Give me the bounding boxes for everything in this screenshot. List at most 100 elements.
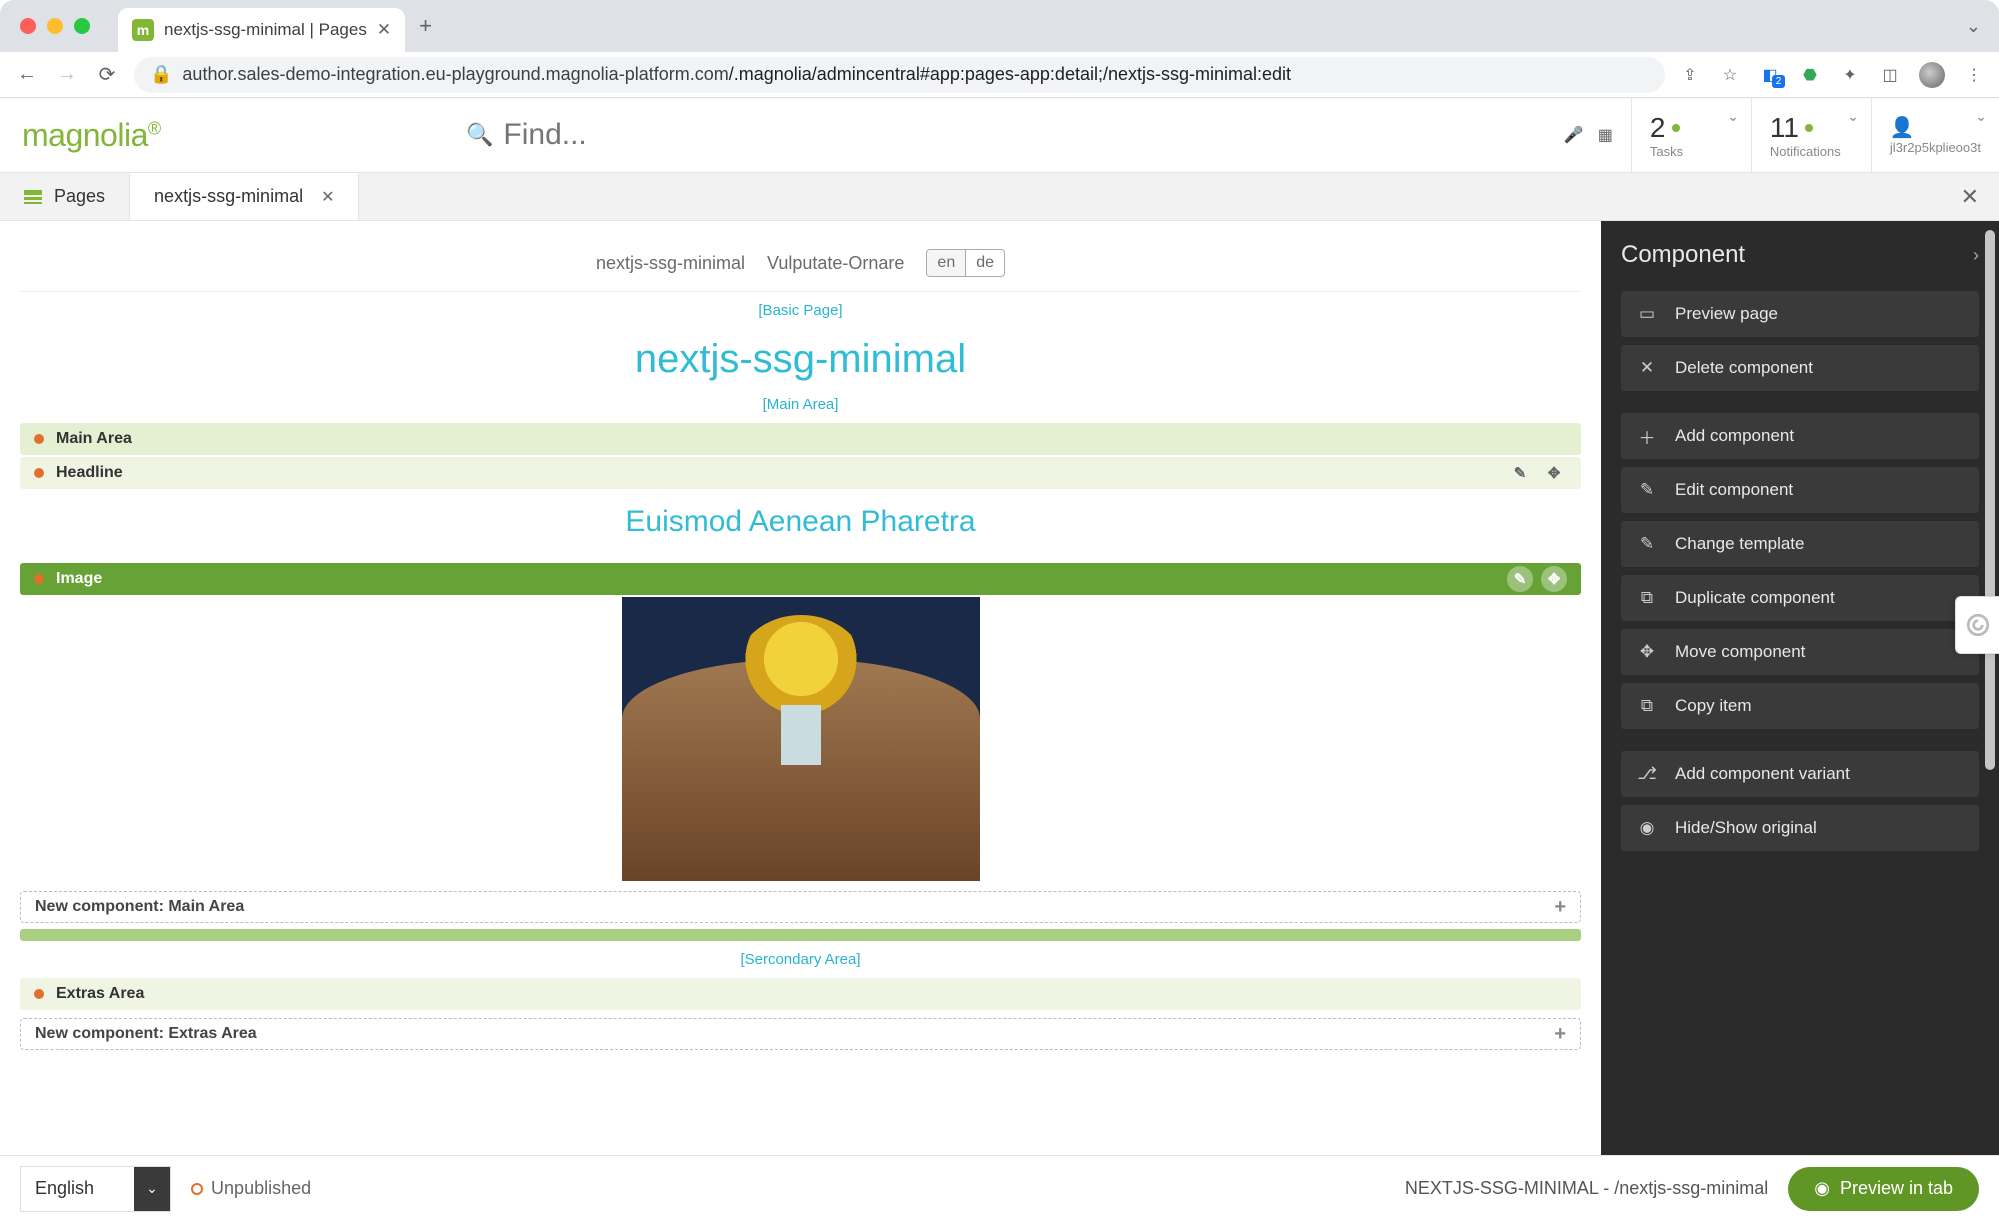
- status-ring-icon: [191, 1183, 203, 1195]
- global-search[interactable]: 🔍: [450, 118, 1546, 152]
- action-label: Duplicate component: [1675, 588, 1835, 608]
- language-value: English: [21, 1167, 134, 1211]
- close-all-tabs[interactable]: ✕: [1941, 173, 1999, 220]
- favicon-icon: m: [132, 19, 154, 41]
- sidepanel-icon[interactable]: ◫: [1879, 64, 1901, 86]
- grammarly-widget[interactable]: [1955, 596, 1999, 654]
- language-toggle[interactable]: en de: [926, 249, 1005, 277]
- tasks-widget[interactable]: ⌄ 2 Tasks: [1631, 98, 1751, 172]
- tab-overflow-icon[interactable]: ⌄: [1948, 16, 1999, 37]
- component-bar-headline[interactable]: Headline ✎ ✥: [20, 457, 1581, 489]
- panel-title[interactable]: Component ›: [1621, 241, 1979, 269]
- close-tab-icon[interactable]: ✕: [377, 20, 391, 40]
- apps-grid-icon[interactable]: ▦: [1598, 125, 1613, 145]
- url-path: /.magnolia/admincentral#app:pages-app:de…: [729, 64, 1291, 84]
- move-icon[interactable]: ✥: [1541, 460, 1567, 486]
- status-dot-icon: [34, 574, 44, 584]
- share-icon[interactable]: ⇪: [1679, 64, 1701, 86]
- bookmark-icon[interactable]: ☆: [1719, 64, 1741, 86]
- action-move-component[interactable]: ✥Move component: [1621, 629, 1979, 675]
- browser-tab[interactable]: m nextjs-ssg-minimal | Pages ✕: [118, 8, 405, 52]
- action-change-template[interactable]: ✎Change template: [1621, 521, 1979, 567]
- action-add-variant[interactable]: ⎇Add component variant: [1621, 751, 1979, 797]
- status-dot-icon: [1805, 124, 1813, 132]
- status-label: Unpublished: [211, 1178, 311, 1199]
- url-field[interactable]: 🔒 author.sales-demo-integration.eu-playg…: [134, 57, 1665, 93]
- pages-icon: [24, 190, 42, 204]
- lang-de[interactable]: de: [966, 250, 1004, 276]
- plus-icon: ＋: [1637, 424, 1657, 449]
- close-tab-icon[interactable]: ✕: [321, 187, 334, 207]
- status-dot-icon: [1672, 124, 1680, 132]
- area-label: Extras Area: [56, 985, 144, 1003]
- reload-button[interactable]: ⟳: [94, 62, 120, 87]
- action-copy-item[interactable]: ⧉Copy item: [1621, 683, 1979, 729]
- maximize-window-icon[interactable]: [74, 18, 90, 34]
- tab-label: nextjs-ssg-minimal: [154, 186, 303, 207]
- action-label: Edit component: [1675, 480, 1793, 500]
- close-window-icon[interactable]: [20, 18, 36, 34]
- plus-icon: +: [1554, 896, 1566, 919]
- scrollbar-thumb[interactable]: [1985, 230, 1995, 770]
- search-icon: 🔍: [466, 122, 493, 148]
- profile-avatar[interactable]: [1919, 62, 1945, 88]
- extension-devtools-icon[interactable]: ◧2: [1759, 64, 1781, 86]
- area-label: [Main Area]: [20, 396, 1581, 413]
- action-edit-component[interactable]: ✎Edit component: [1621, 467, 1979, 513]
- close-icon: ✕: [1637, 358, 1657, 378]
- area-label: Main Area: [56, 430, 132, 448]
- action-label: Delete component: [1675, 358, 1813, 378]
- action-add-component[interactable]: ＋Add component: [1621, 413, 1979, 459]
- window-controls[interactable]: [0, 18, 110, 34]
- edit-icon[interactable]: ✎: [1507, 566, 1533, 592]
- new-component-extras[interactable]: New component: Extras Area +: [20, 1018, 1581, 1050]
- notifications-widget[interactable]: ⌄ 11 Notifications: [1751, 98, 1871, 172]
- page-editor: nextjs-ssg-minimal Vulputate-Ornare en d…: [0, 221, 1601, 1155]
- chevron-down-icon[interactable]: ⌄: [134, 1167, 170, 1211]
- voice-icon[interactable]: 🎤: [1564, 125, 1584, 145]
- logo[interactable]: magnolia®: [22, 117, 161, 153]
- breadcrumb-segment[interactable]: Vulputate-Ornare: [767, 253, 904, 274]
- preview-icon: ▭: [1637, 304, 1657, 324]
- extensions-icon[interactable]: ✦: [1839, 64, 1861, 86]
- tab-pages[interactable]: Pages: [0, 173, 130, 220]
- area-label: [Sercondary Area]: [20, 951, 1581, 968]
- chevron-down-icon: ⌄: [1727, 108, 1739, 125]
- preview-in-tab-button[interactable]: ◉ Preview in tab: [1788, 1167, 1979, 1211]
- action-duplicate-component[interactable]: ⧉Duplicate component: [1621, 575, 1979, 621]
- component-bar-image[interactable]: Image ✎ ✥: [20, 563, 1581, 595]
- user-widget[interactable]: ⌄ 👤 jl3r2p5kplieoo3t: [1871, 98, 1999, 172]
- move-icon: ✥: [1637, 642, 1657, 662]
- url-host: author.sales-demo-integration.eu-playgro…: [182, 64, 728, 84]
- language-select[interactable]: English ⌄: [20, 1166, 171, 1212]
- preview-label: Preview in tab: [1840, 1178, 1953, 1199]
- notifications-count: 11: [1770, 114, 1799, 142]
- shield-icon[interactable]: ⬣: [1799, 64, 1821, 86]
- lang-en[interactable]: en: [927, 250, 966, 276]
- user-icon: 👤: [1890, 118, 1915, 138]
- address-bar: ← → ⟳ 🔒 author.sales-demo-integration.eu…: [0, 52, 1999, 98]
- search-input[interactable]: [503, 118, 903, 152]
- tasks-label: Tasks: [1650, 144, 1733, 159]
- action-delete-component[interactable]: ✕ Delete component: [1621, 345, 1979, 391]
- move-icon[interactable]: ✥: [1541, 566, 1567, 592]
- action-label: Hide/Show original: [1675, 818, 1817, 838]
- area-bar-main[interactable]: Main Area: [20, 423, 1581, 455]
- back-button[interactable]: ←: [14, 63, 40, 86]
- tab-page-detail[interactable]: nextjs-ssg-minimal ✕: [130, 173, 359, 220]
- extension-badge: 2: [1772, 75, 1785, 88]
- component-label: Headline: [56, 464, 123, 482]
- headline-content: Euismod Aenean Pharetra: [20, 505, 1581, 539]
- action-hide-show-original[interactable]: ◉Hide/Show original: [1621, 805, 1979, 851]
- forward-button: →: [54, 63, 80, 86]
- edit-icon[interactable]: ✎: [1507, 460, 1533, 486]
- area-bar-extras[interactable]: Extras Area: [20, 978, 1581, 1010]
- tasks-count: 2: [1650, 114, 1666, 142]
- new-tab-button[interactable]: +: [405, 13, 446, 39]
- breadcrumb-segment[interactable]: nextjs-ssg-minimal: [596, 253, 745, 274]
- minimize-window-icon[interactable]: [47, 18, 63, 34]
- action-preview-page[interactable]: ▭Preview page: [1621, 291, 1979, 337]
- editor-scrollbar[interactable]: [1985, 230, 1995, 870]
- new-component-main[interactable]: New component: Main Area +: [20, 891, 1581, 923]
- chrome-menu-icon[interactable]: ⋮: [1963, 64, 1985, 86]
